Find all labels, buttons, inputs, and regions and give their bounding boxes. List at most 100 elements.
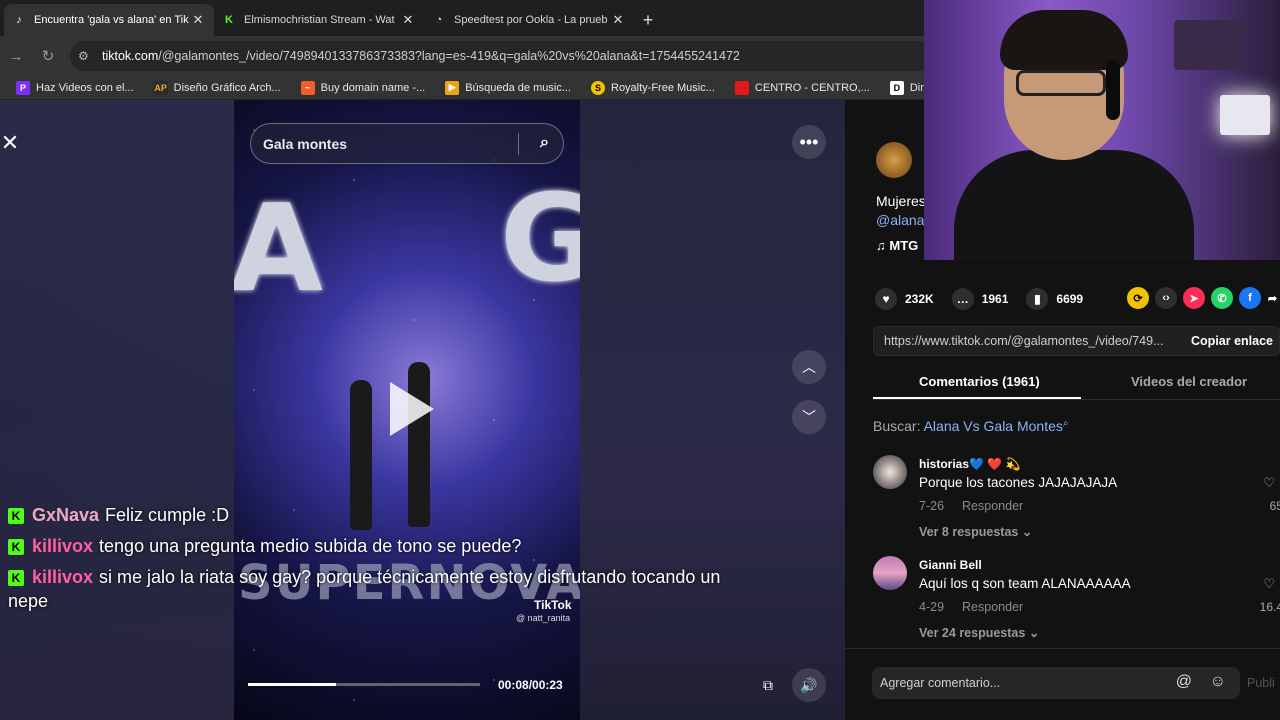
next-video-icon[interactable]: ﹀ <box>792 400 826 434</box>
chevron-down-icon: ⌄ <box>1028 626 1040 640</box>
bookmark-item[interactable]: P Haz Videos con el... <box>16 80 134 95</box>
stage-letter-g: G <box>500 170 580 309</box>
video-stage: ✕ A G SUPERNOVA Gala montes ⌕ TikTok @ n… <box>0 100 845 720</box>
share-url-box[interactable]: https://www.tiktok.com/@galamontes_/vide… <box>873 326 1280 356</box>
bookmark-label: Diseño Gráfico Arch... <box>173 81 281 94</box>
search-icon[interactable]: ⌕ <box>540 134 549 152</box>
embed-icon[interactable]: ‹› <box>1155 287 1177 309</box>
comment-meta: 4-29 Responder <box>919 600 1041 614</box>
search-suggestion-query[interactable]: Alana Vs Gala Montes <box>924 418 1063 434</box>
close-icon[interactable]: ✕ <box>0 130 20 156</box>
comment-button[interactable]: … 1961 <box>951 288 1009 310</box>
comment-avatar[interactable] <box>873 455 907 489</box>
bookmark-item[interactable]: ▶ Búsqueda de music... <box>445 80 571 95</box>
webcam-background-shelf <box>1174 20 1244 70</box>
new-tab-button[interactable]: + <box>634 4 662 36</box>
comment-like-icon[interactable]: ♡ <box>1263 475 1275 491</box>
headphones-icon <box>1106 60 1120 120</box>
like-count: 232K <box>905 292 934 306</box>
comment-count: 1961 <box>981 292 1009 306</box>
emoji-icon[interactable]: ☺ <box>1210 673 1226 691</box>
site-info-icon[interactable]: ⚙ <box>78 49 96 63</box>
chevron-down-icon: ⌄ <box>1021 525 1033 539</box>
comment-username[interactable]: historias💙 ❤️ 💫 <box>919 457 1021 471</box>
bookmark-icon: ▮ <box>1026 288 1049 310</box>
facebook-icon[interactable]: f <box>1239 287 1261 309</box>
url-path: /@galamontes_/video/7498940133786373383?… <box>158 49 740 63</box>
browser-tab-speedtest[interactable]: ◔ Speedtest por Ookla - La prueb ✕ <box>424 4 634 36</box>
like-button[interactable]: ♥ 232K <box>875 288 934 310</box>
volume-icon[interactable]: 🔊 <box>792 668 826 702</box>
more-share-icon[interactable]: ➦ <box>1265 287 1280 309</box>
chat-username: GxNava <box>32 505 100 525</box>
blurred-background-left <box>0 100 234 720</box>
view-replies-button[interactable]: Ver 24 respuestas ⌄ <box>919 625 1039 640</box>
tab-comments[interactable]: Comentarios (1961) <box>919 374 1040 389</box>
bookmark-item[interactable]: ~ Buy domain name -... <box>300 80 426 95</box>
reload-icon[interactable]: ↻ <box>32 47 64 65</box>
video-progress-bar[interactable] <box>248 683 480 686</box>
stream-chat-overlay: K GxNava Feliz cumple :D Kkillivox tengo un… <box>8 500 728 613</box>
watermark-handle: @ natt_ranita <box>516 613 571 623</box>
play-icon[interactable] <box>390 382 434 436</box>
webcam-overlay <box>924 0 1280 260</box>
bookmark-label: Haz Videos con el... <box>36 81 134 94</box>
save-button[interactable]: ▮ 6699 <box>1026 288 1083 310</box>
bookmark-label: Royalty-Free Music... <box>611 81 715 94</box>
chat-text: Feliz cumple :D <box>105 505 230 525</box>
bookmark-icon: S <box>591 80 605 95</box>
view-replies-label: Ver 8 respuestas <box>919 525 1019 539</box>
whatsapp-icon[interactable]: ✆ <box>1211 287 1233 309</box>
browser-tab-tiktok[interactable]: ♪ Encuentra 'gala vs alana' en Tik ✕ <box>4 4 214 36</box>
share-url: https://www.tiktok.com/@galamontes_/vide… <box>884 334 1164 348</box>
bookmark-item[interactable]: CENTRO - CENTRO,... <box>734 80 870 95</box>
post-music[interactable]: ♫ MTG <box>876 238 918 253</box>
active-tab-underline <box>873 397 1081 399</box>
comment-like-icon[interactable]: ♡ <box>1263 576 1275 592</box>
comment-item: Gianni Bell Aquí los q son team ALANAAAA… <box>873 556 1280 646</box>
copy-link-button[interactable]: Copiar enlace <box>1191 334 1273 348</box>
bookmark-icon: P <box>16 80 30 95</box>
tiktok-icon: ♪ <box>16 14 22 26</box>
previous-video-icon[interactable]: ︿ <box>792 350 826 384</box>
video-search-bar[interactable]: Gala montes ⌕ <box>250 123 564 164</box>
bookmark-icon: AP <box>153 80 168 95</box>
comment-avatar[interactable] <box>873 556 907 590</box>
video-progress-fill <box>248 683 337 686</box>
send-icon[interactable]: ➤ <box>1183 287 1205 309</box>
reply-button[interactable]: Responder <box>962 499 1023 513</box>
post-actions: ♥ 232K … 1961 ▮ 6699 <box>875 288 1101 310</box>
bookmark-item[interactable]: S Royalty-Free Music... <box>591 80 715 95</box>
view-replies-button[interactable]: Ver 8 respuestas ⌄ <box>919 524 1032 539</box>
bookmark-icon: ~ <box>300 80 315 95</box>
more-options-icon[interactable]: ••• <box>792 125 826 159</box>
creator-avatar[interactable] <box>876 142 912 178</box>
mention-icon[interactable]: @ <box>1176 673 1192 691</box>
search-suggestion[interactable]: Buscar: Alana Vs Gala Montes⌕ <box>873 418 1069 434</box>
bookmark-item[interactable]: AP Diseño Gráfico Arch... <box>153 80 281 95</box>
bookmark-icon <box>734 80 749 95</box>
video-search-text: Gala montes <box>263 135 348 152</box>
close-tab-icon[interactable]: ✕ <box>610 12 626 28</box>
comment-username[interactable]: Gianni Bell <box>919 558 982 572</box>
floating-player-icon[interactable]: ⧉ <box>751 668 785 702</box>
post-mention[interactable]: @alana <box>876 212 924 228</box>
bookmark-label: Buy domain name -... <box>320 81 426 94</box>
close-tab-icon[interactable]: ✕ <box>400 12 416 28</box>
video-time: 00:08/00:23 <box>498 678 563 692</box>
comment-input-placeholder: Agregar comentario... <box>880 676 1001 690</box>
browser-tab-kick[interactable]: K Elmismochristian Stream - Wat ✕ <box>214 4 424 36</box>
forward-icon[interactable]: → <box>0 48 32 65</box>
tab-creator-videos[interactable]: Videos del creador <box>1131 374 1247 389</box>
kick-badge-icon: K <box>8 570 24 587</box>
publish-button[interactable]: Publi <box>1247 676 1275 690</box>
close-tab-icon[interactable]: ✕ <box>190 12 206 28</box>
reply-button[interactable]: Responder <box>962 600 1023 614</box>
bookmark-icon: ▶ <box>445 80 460 95</box>
view-replies-label: Ver 24 respuestas <box>919 626 1026 640</box>
comment-input[interactable]: Agregar comentario... @ ☺ <box>872 667 1240 699</box>
tab-title: Elmismochristian Stream - Wat <box>244 14 395 26</box>
heart-icon: ♥ <box>875 288 897 310</box>
repost-icon[interactable]: ⟳ <box>1127 287 1149 309</box>
comment-text: Aquí los q son team ALANAAAAAA <box>919 576 1131 591</box>
